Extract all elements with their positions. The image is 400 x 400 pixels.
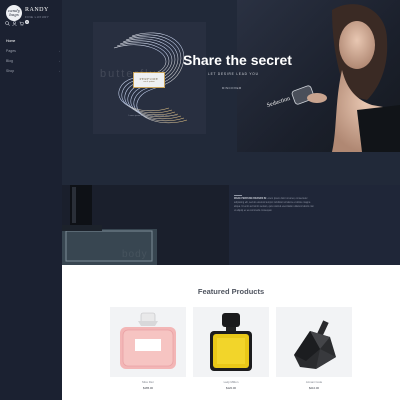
divider	[234, 195, 242, 196]
hero-section: PERFUME eau de parfum Lorem ipsum dolor …	[62, 0, 400, 185]
product-image[interactable]	[193, 307, 269, 377]
product-card[interactable]: Miss Dior $185.00	[110, 307, 186, 395]
hero-subtitle: LET DESIRE LEAD YOU	[208, 72, 259, 76]
main-nav: Home Pages › Blog › Shop ›	[6, 36, 60, 76]
product-price: $120.00	[225, 386, 237, 390]
nav-item-blog[interactable]: Blog ›	[6, 56, 60, 66]
product-name[interactable]: Armani Code	[276, 380, 352, 384]
about-body: Lorem ipsum dolor sit amet, consectetur …	[234, 198, 314, 212]
product-grid: Miss Dior $185.00 Lady Million $120.00 A…	[110, 307, 352, 395]
chevron-right-icon: ›	[59, 49, 60, 53]
sidebar: candy bags RANDY FINE LUXURY 0 Home Page…	[0, 0, 62, 400]
woman-with-perfume-image: Seduction	[266, 4, 400, 152]
yellow-perfume-bottle-icon	[210, 313, 252, 371]
brand-name: RANDY	[25, 7, 49, 13]
nav-item-label: Blog	[6, 59, 14, 63]
about-heading: MAKE PERFUME BRANDS IN	[234, 198, 267, 200]
nav-item-label: Home	[6, 39, 16, 43]
perfume-label-subtitle: eau de parfum	[143, 81, 155, 83]
product-image[interactable]	[276, 307, 352, 377]
black-perfume-bottle-icon	[294, 320, 336, 369]
product-price: $210.00	[308, 386, 320, 390]
user-icon[interactable]	[12, 21, 17, 26]
perfume-card-caption: Lorem ipsum dolor sit amet, consectetur …	[128, 115, 178, 117]
hero-watermark: butterfly	[100, 68, 158, 80]
about-section: body MAKE PERFUME BRANDS IN Lorem ipsum …	[62, 185, 400, 265]
brand-tagline: FINE LUXURY	[25, 15, 50, 19]
product-card[interactable]: Armani Code $210.00	[276, 307, 352, 395]
discover-button[interactable]: DISCOVER	[222, 86, 242, 90]
header-icons	[5, 21, 24, 26]
featured-title: Featured Products	[197, 287, 265, 296]
logo[interactable]: candy bags	[6, 5, 22, 21]
pink-perfume-bottle-icon	[120, 312, 176, 369]
product-image[interactable]	[110, 307, 186, 377]
featured-products-section: Featured Products Miss Dior $185.00 Lady…	[62, 265, 400, 400]
search-icon[interactable]	[5, 21, 10, 26]
chevron-right-icon: ›	[59, 69, 60, 73]
nav-item-label: Pages	[6, 49, 16, 53]
product-card[interactable]: Lady Million $120.00	[193, 307, 269, 395]
svg-text:Seduction: Seduction	[266, 96, 291, 109]
product-name[interactable]: Lady Million	[193, 380, 269, 384]
cart-count-badge: 0	[25, 20, 29, 24]
hero-title: Share the secret	[183, 52, 292, 68]
nav-item-home[interactable]: Home	[6, 36, 60, 46]
nav-item-label: Shop	[6, 69, 15, 73]
product-price: $185.00	[142, 386, 154, 390]
about-text: MAKE PERFUME BRANDS IN Lorem ipsum dolor…	[234, 198, 314, 214]
hero-model-photo: Seduction	[237, 0, 400, 152]
cart-icon[interactable]	[19, 21, 24, 26]
nav-item-pages[interactable]: Pages ›	[6, 46, 60, 56]
chevron-right-icon: ›	[59, 59, 60, 63]
product-name[interactable]: Miss Dior	[110, 380, 186, 384]
nav-item-shop[interactable]: Shop ›	[6, 66, 60, 76]
about-watermark: body	[122, 249, 148, 260]
